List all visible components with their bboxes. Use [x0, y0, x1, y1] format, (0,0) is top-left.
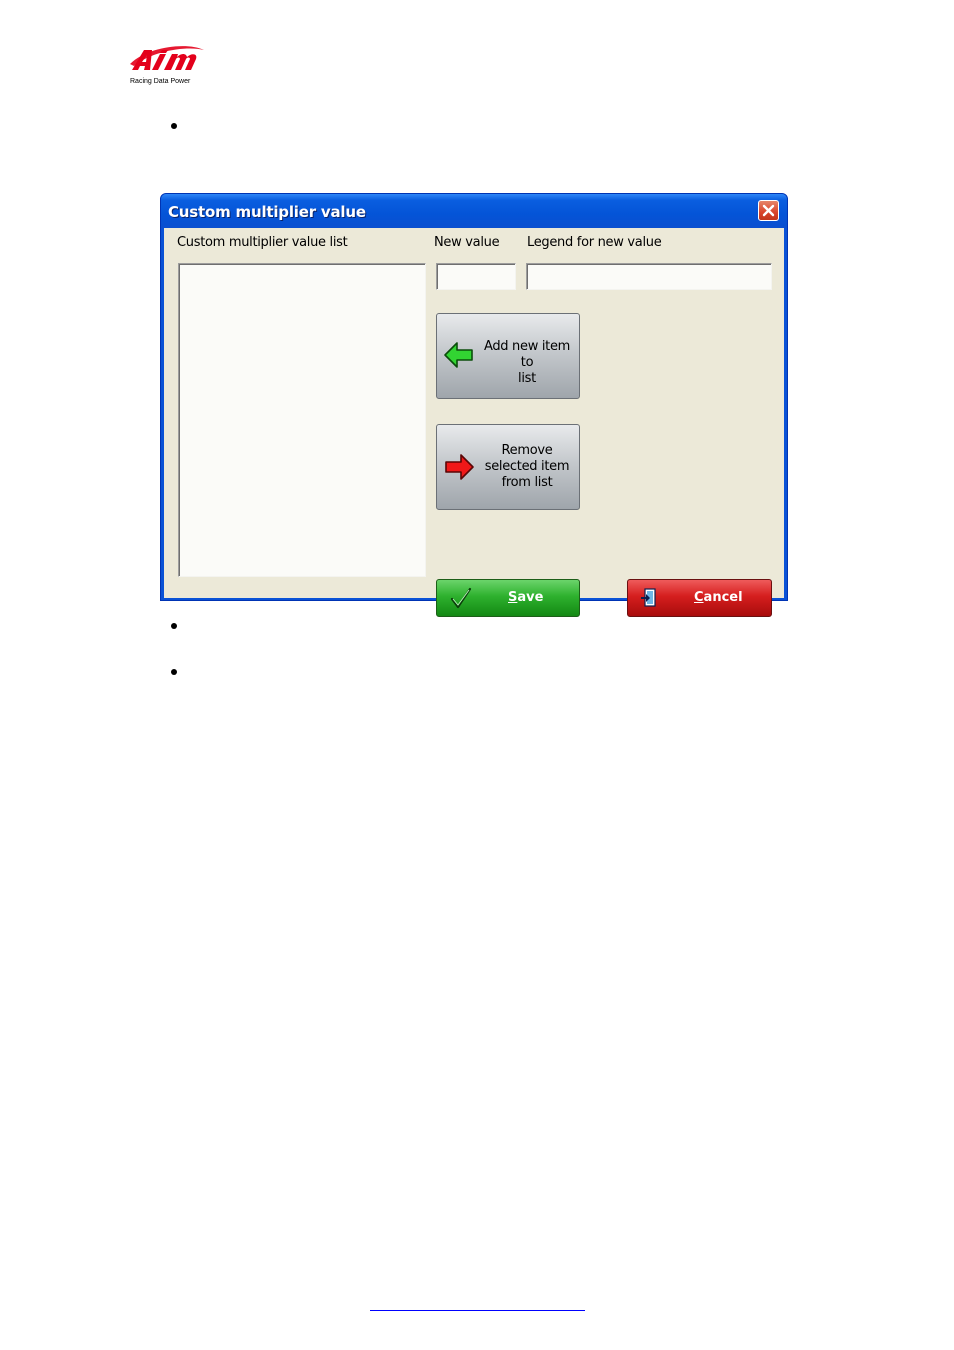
- cancel-button[interactable]: Cancel: [627, 579, 772, 617]
- legend-label: Legend for new value: [527, 235, 662, 250]
- bullet-point: [171, 123, 177, 129]
- title-bar[interactable]: Custom multiplier value: [161, 194, 787, 228]
- exit-door-icon: [641, 588, 656, 607]
- remove-button-line-1: Remove: [501, 443, 553, 458]
- logo-tagline: Racing Data Power: [130, 78, 191, 85]
- cancel-mnemonic: C: [694, 590, 704, 605]
- close-icon: [762, 204, 775, 217]
- multiplier-value-list[interactable]: [178, 263, 426, 577]
- cancel-button-label: Cancel: [694, 590, 743, 605]
- new-value-label: New value: [434, 235, 500, 250]
- bullet-point: [171, 623, 177, 629]
- checkmark-icon: [450, 587, 472, 609]
- red-right-arrow-icon: [445, 454, 474, 480]
- add-button-label: Add new item to list: [477, 339, 577, 387]
- cancel-label-rest: ancel: [703, 590, 743, 605]
- close-button[interactable]: [758, 200, 779, 221]
- list-label: Custom multiplier value list: [177, 235, 348, 250]
- dialog-title: Custom multiplier value: [168, 203, 366, 221]
- bullet-point: [171, 669, 177, 675]
- dialog-body: Custom multiplier value list New value L…: [164, 228, 784, 617]
- save-button-label: Save: [508, 590, 543, 605]
- legend-input[interactable]: [526, 263, 772, 290]
- footer-link[interactable]: [370, 1310, 585, 1311]
- green-left-arrow-icon: [444, 342, 473, 368]
- add-button-line-1: Add new item to: [483, 339, 571, 370]
- remove-item-button[interactable]: Remove selected item from list: [436, 424, 580, 510]
- remove-button-line-2: selected item: [484, 459, 570, 474]
- custom-multiplier-dialog: Custom multiplier value Custom multiplie…: [160, 193, 788, 617]
- remove-button-label: Remove selected item from list: [477, 443, 577, 491]
- save-label-rest: ave: [517, 590, 544, 605]
- new-value-input[interactable]: [436, 263, 516, 290]
- remove-button-line-3: from list: [501, 475, 553, 490]
- add-button-line-2: list: [518, 371, 536, 386]
- add-item-button[interactable]: Add new item to list: [436, 313, 580, 399]
- save-button[interactable]: Save: [436, 579, 580, 617]
- save-mnemonic: S: [508, 590, 518, 605]
